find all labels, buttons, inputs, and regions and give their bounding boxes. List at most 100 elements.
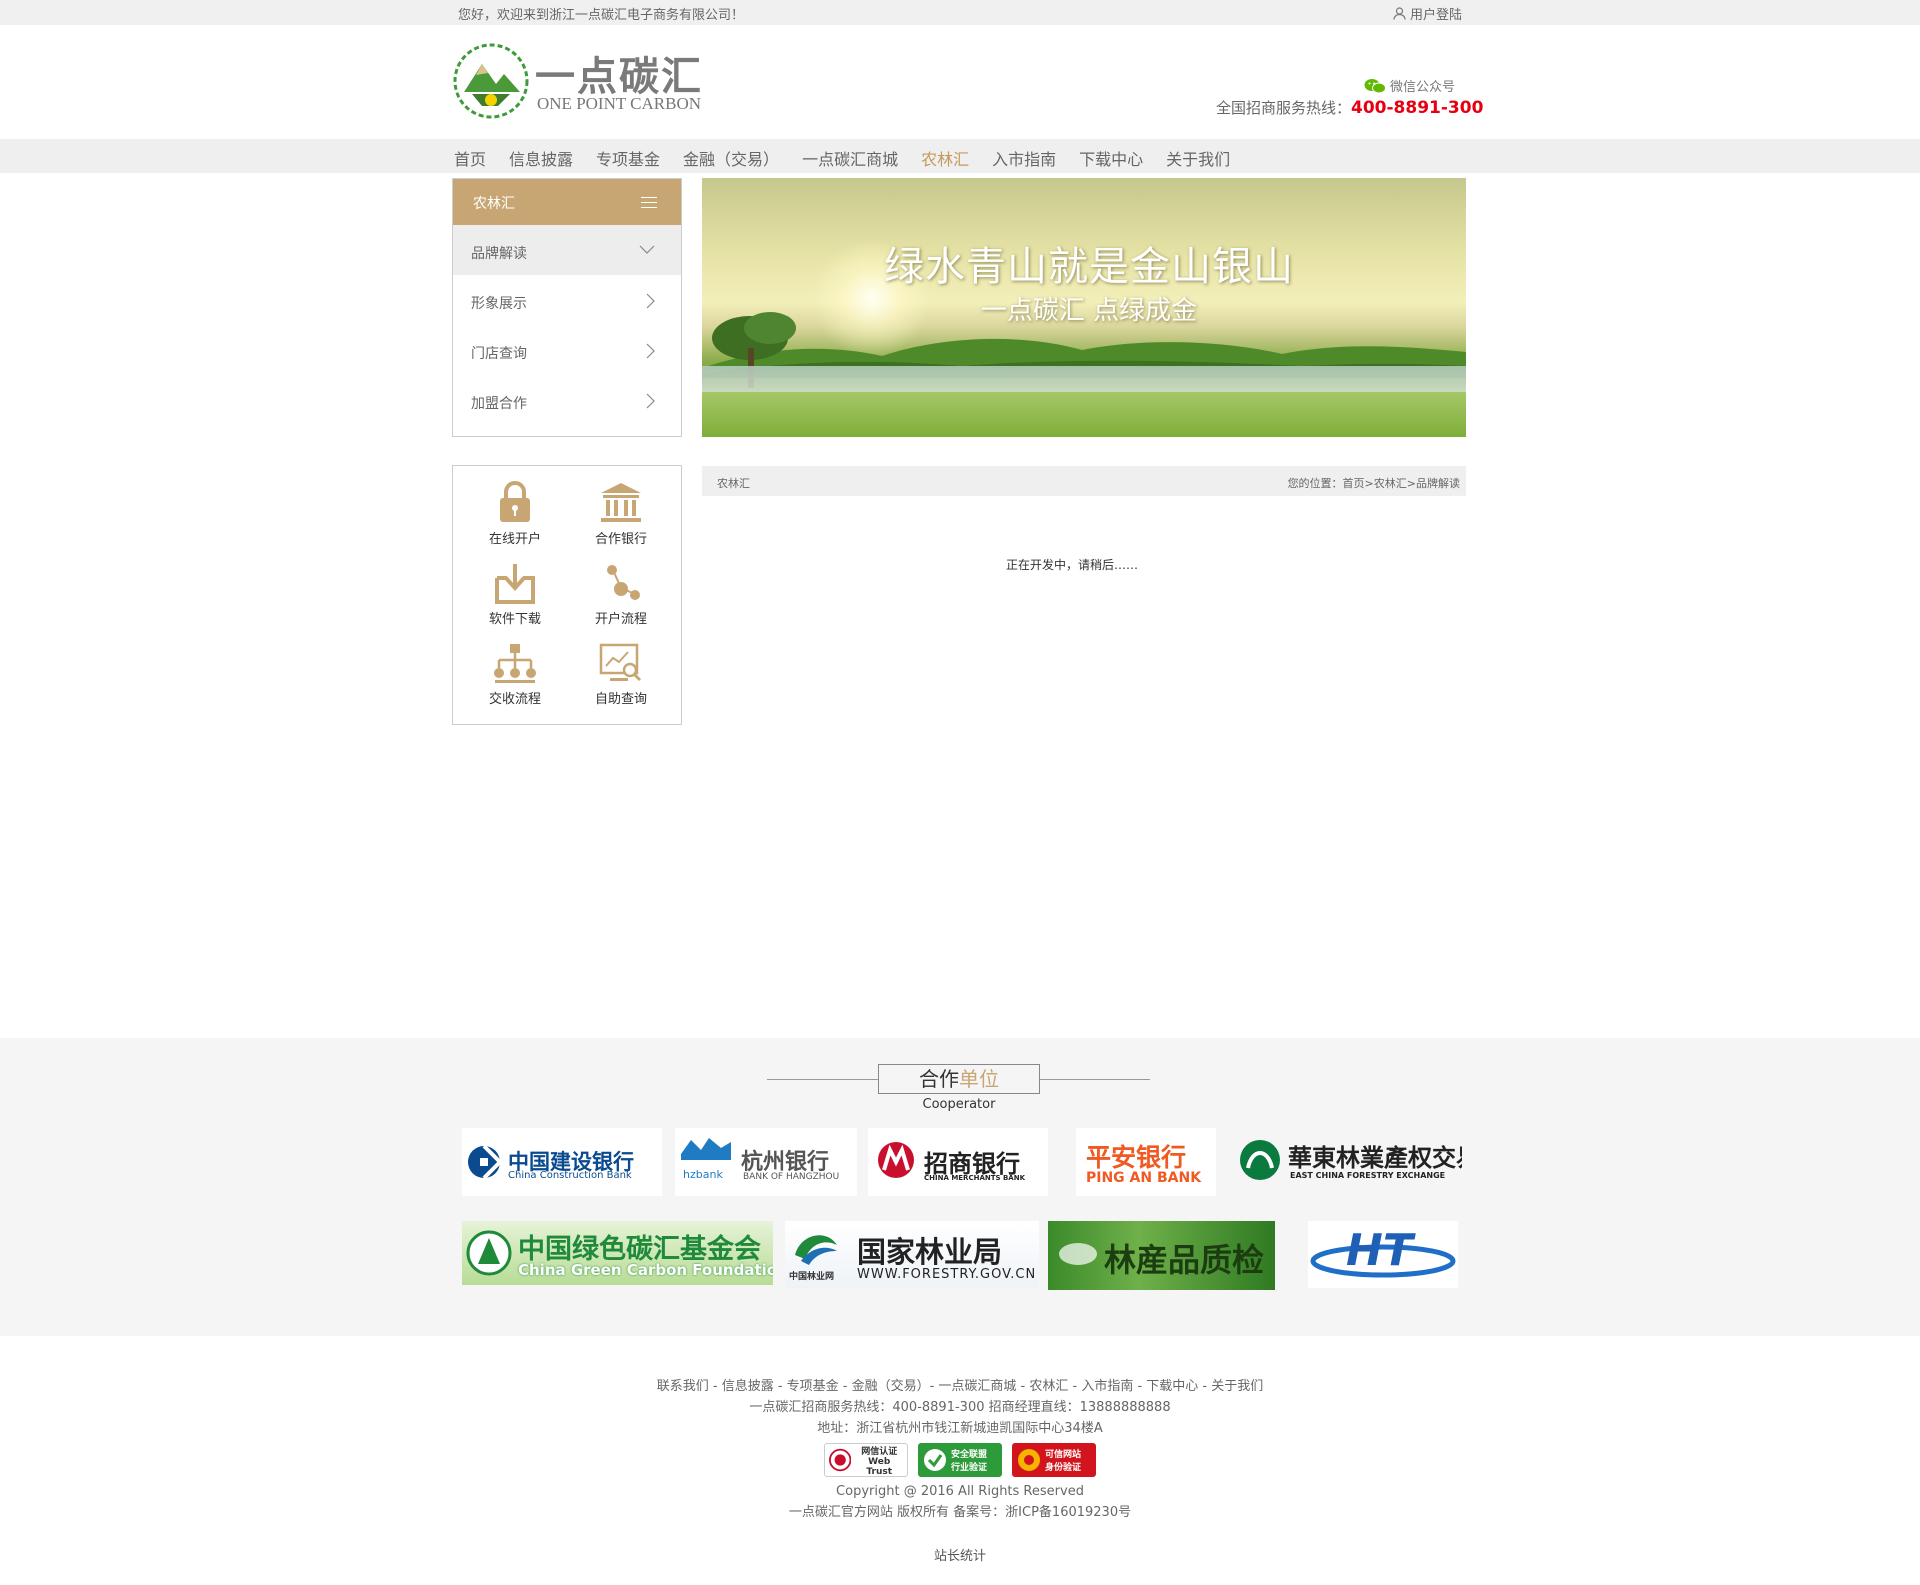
nav-item-mall[interactable]: 一点碳汇商城: [802, 146, 898, 170]
quick-links-panel: 在线开户 合作银行 软件下载 开户流程 交收流程 自助查询: [452, 465, 682, 725]
footer-links[interactable]: 联系我们 - 信息披露 - 专项基金 - 金融（交易）- 一点碳汇商城 - 农林…: [0, 1376, 1920, 1397]
quick-link-account-flow[interactable]: 开户流程: [571, 562, 671, 627]
partner-logo-ccb[interactable]: 中国建设银行 China Construction Bank: [462, 1128, 662, 1196]
partner-name-en: China Construction Bank: [508, 1170, 632, 1181]
partner-logo-east-china-forestry[interactable]: 華東林業產权交易所 EAST CHINA FORESTRY EXCHANGE: [1236, 1128, 1462, 1196]
lake-image: [702, 366, 1466, 394]
web-trust-badge[interactable]: 网信认证 Web Trust: [824, 1443, 908, 1477]
search-screen-icon: [599, 643, 642, 682]
side-menu: 农林汇 品牌解读 形象展示 门店查询 加盟合作: [452, 178, 682, 437]
quick-link-label: 合作银行: [594, 532, 647, 547]
footer: 联系我们 - 信息披露 - 专项基金 - 金融（交易）- 一点碳汇商城 - 农林…: [0, 1376, 1920, 1523]
partner-name-en: CHINA MERCHANTS BANK: [924, 1174, 1026, 1182]
hotline: 全国招商服务热线：400-8891-300: [1216, 97, 1483, 118]
nav-item-nonglinhui[interactable]: 农林汇: [921, 146, 969, 170]
nav-item-finance[interactable]: 金融（交易）: [683, 146, 779, 170]
badge-line2: Web Trust: [866, 1456, 893, 1477]
partner-logo-forest-product-qc[interactable]: 林産品质检: [1048, 1221, 1275, 1290]
footer-phones: 一点碳汇招商服务热线：400-8891-300 招商经理直线：138888888…: [749, 1400, 1171, 1415]
chevron-right-icon: [646, 343, 655, 359]
side-menu-header[interactable]: 农林汇: [453, 179, 681, 225]
nav-item-guide[interactable]: 入市指南: [992, 146, 1056, 170]
footer-address: 地址：浙江省杭州市钱江新城迪凯国际中心34楼A: [817, 1421, 1103, 1436]
under-development-message: 正在开发中，请稍后……: [1006, 558, 1139, 572]
section-title: 农林汇: [717, 477, 750, 490]
partner-logo-pingan[interactable]: 平安银行 PING AN BANK: [1076, 1128, 1216, 1196]
org-chart-icon: [494, 644, 536, 683]
bank-icon: [601, 483, 641, 522]
side-menu-item-brand[interactable]: 品牌解读: [453, 225, 681, 275]
qc-seal-icon: [1059, 1243, 1097, 1265]
cooperator-section: 合作单位 Cooperator 中国建设银行 China Constructio…: [0, 1038, 1920, 1336]
quick-link-banks[interactable]: 合作银行: [571, 480, 671, 547]
banner-subline: 一点碳汇 点绿成金: [980, 296, 1198, 326]
quick-link-label: 软件下载: [488, 612, 541, 627]
chevron-right-icon: [646, 293, 655, 309]
quick-link-label: 在线开户: [488, 532, 541, 547]
side-menu-title: 农林汇: [473, 196, 515, 212]
partner-logo-hzbank[interactable]: hzbank 杭州银行 BANK OF HANGZHOU: [675, 1128, 857, 1196]
partner-name: 平安银行: [1086, 1143, 1187, 1172]
nav-item-fund[interactable]: 专项基金: [596, 146, 660, 170]
quick-link-self-query[interactable]: 自助查询: [571, 642, 671, 707]
divider: [1040, 1079, 1150, 1080]
side-menu-item-image[interactable]: 形象展示: [453, 275, 681, 325]
partner-tag: 中国林业网: [789, 1272, 835, 1282]
trusted-swirl-icon: [1018, 1449, 1040, 1471]
partner-name: 国家林业局: [857, 1235, 1003, 1269]
banner-headline: 绿水青山就是金山银山: [884, 244, 1294, 290]
wechat-link[interactable]: 微信公众号: [1364, 76, 1455, 95]
quick-link-open-account[interactable]: 在线开户: [465, 480, 565, 547]
cmb-logo-icon: [878, 1142, 914, 1178]
nav-item-disclosure[interactable]: 信息披露: [509, 146, 573, 170]
wechat-icon: [1364, 78, 1386, 93]
ccb-logo-icon: [468, 1144, 502, 1180]
icp-record: 一点碳汇官方网站 版权所有 备案号：浙ICP备16019230号: [788, 1505, 1132, 1520]
badge-line2: 身份验证: [1045, 1463, 1082, 1473]
site-stats-link[interactable]: 站长统计: [0, 1545, 1920, 1564]
hotline-label: 全国招商服务热线：: [1216, 99, 1352, 117]
welcome-text: 您好，欢迎来到浙江一点碳汇电子商务有限公司！: [458, 8, 745, 23]
site-logo[interactable]: 一点碳汇 ONE POINT CARBON: [452, 42, 712, 122]
nav-item-home[interactable]: 首页: [454, 146, 486, 170]
badge-line1: 可信网站: [1045, 1450, 1082, 1460]
security-alliance-badge[interactable]: 安全联盟 行业验证: [918, 1443, 1002, 1477]
lock-icon: [500, 481, 530, 522]
quick-link-software[interactable]: 软件下载: [465, 562, 565, 627]
flow-icon: [607, 565, 640, 600]
breadcrumb-bar: 农林汇 您的位置：首页>农林汇>品牌解读: [702, 466, 1466, 496]
side-menu-item-label: 加盟合作: [471, 396, 527, 412]
nav-item-download[interactable]: 下载中心: [1079, 146, 1143, 170]
forestry-exchange-logo-icon: [1240, 1140, 1280, 1180]
partner-logo-ht[interactable]: HT: [1308, 1221, 1458, 1288]
user-login-label: 用户登陆: [1410, 8, 1463, 23]
quick-link-label: 开户流程: [594, 612, 647, 627]
hero-banner: 绿水青山就是金山银山 一点碳汇 点绿成金: [702, 178, 1466, 437]
partner-logo-forestry-bureau[interactable]: 中国林业网 国家林业局 WWW.FORESTRY.GOV.CN: [785, 1221, 1039, 1288]
hzbank-logo-icon: [681, 1138, 731, 1160]
partner-logo-green-carbon-foundation[interactable]: 中国绿色碳汇基金会 China Green Carbon Foundation: [462, 1221, 773, 1285]
nav-item-about[interactable]: 关于我们: [1166, 146, 1230, 170]
side-menu-item-join[interactable]: 加盟合作: [453, 375, 681, 425]
wechat-label: 微信公众号: [1390, 80, 1456, 95]
side-menu-item-stores[interactable]: 门店查询: [453, 325, 681, 375]
trusted-site-badge[interactable]: 可信网站 身份验证: [1012, 1443, 1096, 1477]
trust-badges: 网信认证 Web Trust 安全联盟 行业验证 可信网站身份验证: [0, 1443, 1920, 1477]
user-icon: [1393, 7, 1406, 20]
badge-line1: 网信认证: [861, 1446, 898, 1457]
cooperator-title-a: 合作: [919, 1067, 959, 1091]
main-nav: 首页 信息披露 专项基金 金融（交易） 一点碳汇商城 农林汇 入市指南 下载中心…: [0, 139, 1920, 173]
partner-name-en: BANK OF HANGZHOU: [743, 1172, 840, 1182]
user-login-link[interactable]: 用户登陆: [1393, 4, 1462, 23]
mountain-logo-icon: [453, 43, 529, 119]
top-bar: 您好，欢迎来到浙江一点碳汇电子商务有限公司！ 用户登陆: [0, 0, 1920, 25]
menu-icon: [641, 197, 657, 212]
partner-name: 林産品质检: [1104, 1241, 1265, 1279]
partner-name: 華東林業產权交易所: [1288, 1143, 1462, 1172]
cooperator-title: 合作单位: [878, 1064, 1040, 1094]
partner-logo-cmb[interactable]: 招商银行 CHINA MERCHANTS BANK: [868, 1128, 1048, 1196]
quick-link-label: 交收流程: [488, 692, 541, 707]
breadcrumb[interactable]: 您的位置：首页>农林汇>品牌解读: [1288, 475, 1460, 491]
check-shield-icon: [924, 1449, 946, 1471]
quick-link-settlement-flow[interactable]: 交收流程: [465, 642, 565, 707]
